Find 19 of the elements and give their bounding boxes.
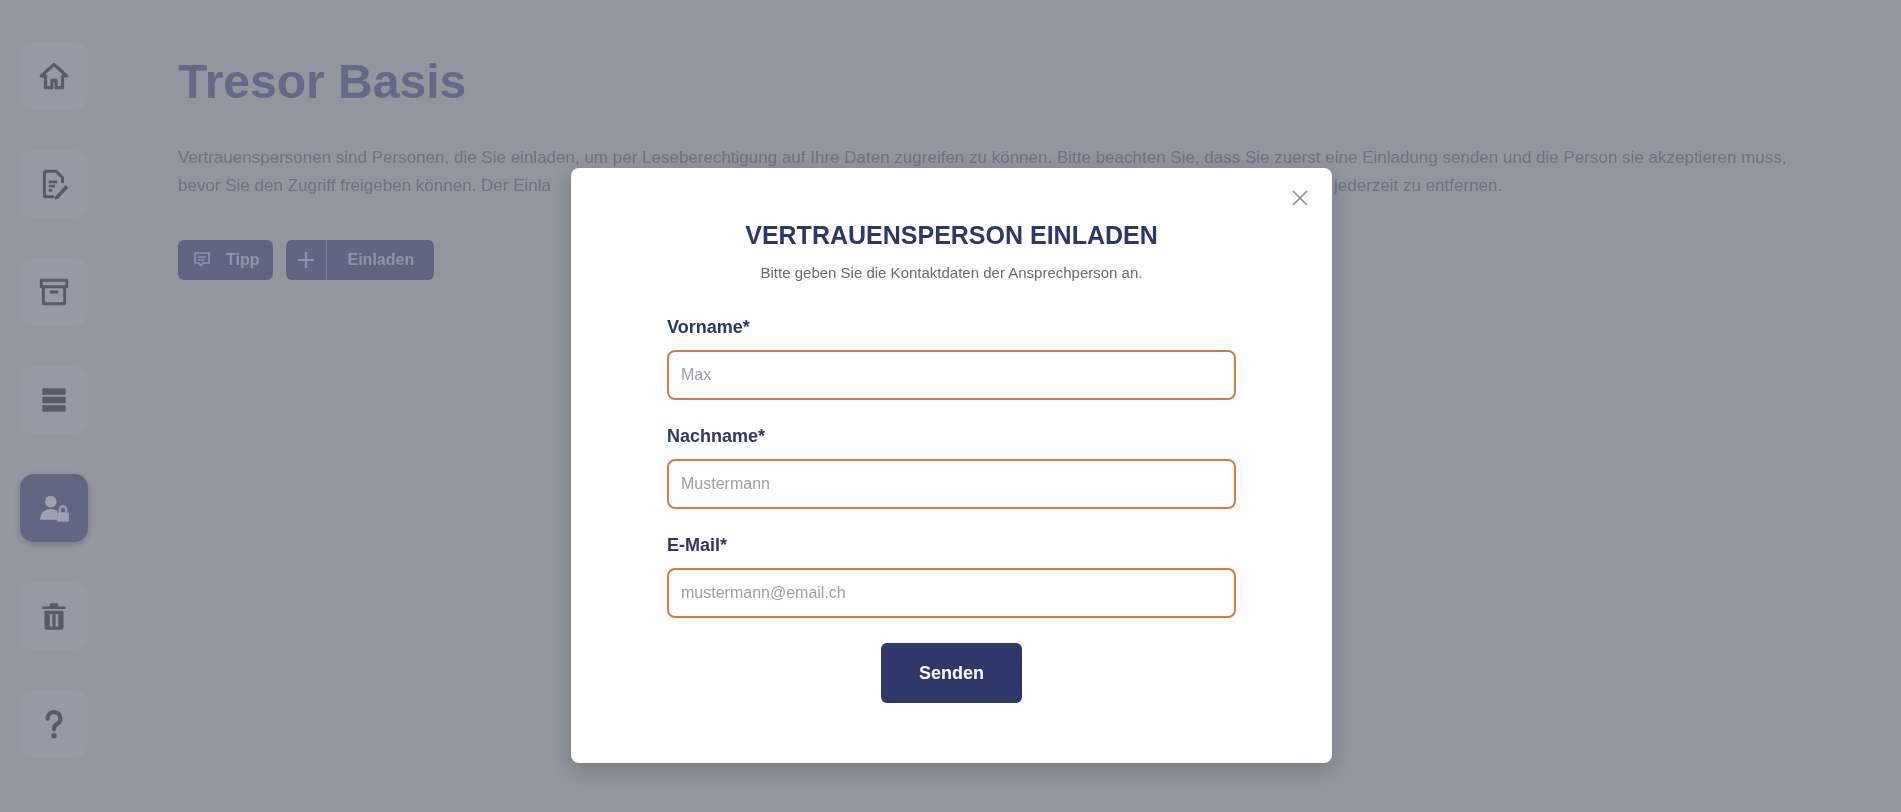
nav-button[interactable] [19, 690, 88, 758]
nav-button[interactable] [19, 42, 88, 110]
input-field[interactable]: Max [667, 350, 1236, 400]
field-label: Vorname* [667, 317, 751, 338]
nav-button[interactable] [19, 258, 88, 326]
dialog-title: VERTRAUENSPERSON EINLADEN [745, 220, 1158, 250]
nav-button[interactable] [19, 582, 88, 650]
comment-icon [192, 250, 212, 270]
nav-button[interactable] [19, 366, 88, 434]
dialog-subtitle: Bitte geben Sie die Kontaktdaten der Ansprechperson an. [760, 264, 1143, 281]
close-icon [1290, 188, 1310, 208]
plus-icon [296, 250, 317, 270]
nav-button[interactable] [19, 150, 88, 218]
input-field[interactable]: mustermann@email.ch [667, 568, 1236, 618]
field-label: Nachname* [667, 426, 767, 447]
send-button[interactable]: Senden [881, 643, 1022, 703]
field-label: E-Mail* [667, 535, 728, 556]
input-field[interactable]: Mustermann [667, 459, 1236, 509]
nav-button[interactable] [19, 474, 88, 542]
